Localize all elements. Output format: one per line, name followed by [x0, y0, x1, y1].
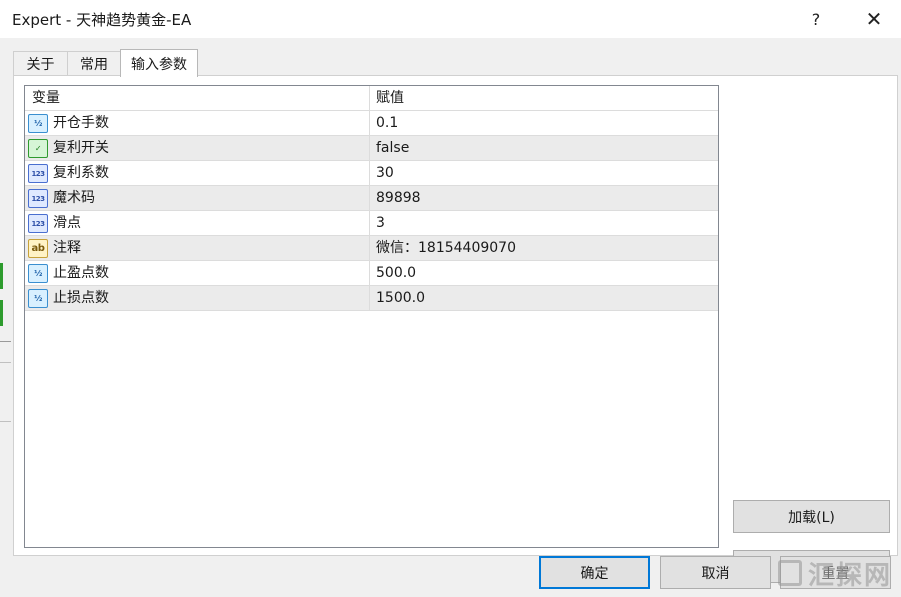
variable-value[interactable]: 500.0: [376, 261, 416, 285]
table-header: 变量 赋值: [25, 86, 718, 111]
variable-name: 止盈点数: [53, 265, 109, 281]
variable-cell: ab 注释: [25, 236, 370, 260]
double-type-icon: ½: [28, 289, 48, 308]
window-title: Expert - 天神趋势黄金-EA: [12, 11, 192, 29]
variable-name: 复利开关: [53, 140, 109, 156]
variable-name: 止损点数: [53, 290, 109, 306]
variable-value[interactable]: false: [376, 136, 409, 160]
variable-cell: ½ 开仓手数: [25, 111, 370, 135]
variable-name: 注释: [53, 240, 81, 256]
divider: [0, 362, 11, 363]
variable-name: 滑点: [53, 215, 81, 231]
variable-cell: 123 复利系数: [25, 161, 370, 185]
table-row[interactable]: ✓ 复利开关 false: [25, 136, 718, 161]
int-type-icon: 123: [28, 164, 48, 183]
load-button[interactable]: 加载(L): [733, 500, 890, 533]
table-row[interactable]: ab 注释 微信：18154409070: [25, 236, 718, 261]
variable-name: 开仓手数: [53, 115, 109, 131]
variable-name: 复利系数: [53, 165, 109, 181]
tab-about[interactable]: 关于: [13, 51, 68, 76]
variable-value[interactable]: 1500.0: [376, 286, 425, 310]
background-window-strip: [0, 38, 11, 597]
variable-cell: ½ 止盈点数: [25, 261, 370, 285]
bool-type-icon: ✓: [28, 139, 48, 158]
double-type-icon: ½: [28, 114, 48, 133]
double-type-icon: ½: [28, 264, 48, 283]
int-type-icon: 123: [28, 189, 48, 208]
variable-cell: ½ 止损点数: [25, 286, 370, 310]
table-row[interactable]: 123 魔术码 89898: [25, 186, 718, 211]
divider: [0, 341, 11, 342]
table-row[interactable]: 123 复利系数 30: [25, 161, 718, 186]
close-button[interactable]: ✕: [852, 4, 896, 34]
parameters-table[interactable]: 变量 赋值 ½ 开仓手数 0.1 ✓ 复利开关 false 123 复利系数 3…: [24, 85, 719, 548]
variable-value[interactable]: 89898: [376, 186, 421, 210]
watermark-logo-icon: [778, 560, 802, 586]
variable-value[interactable]: 30: [376, 161, 394, 185]
header-variable[interactable]: 变量: [32, 86, 60, 110]
variable-value[interactable]: 0.1: [376, 111, 398, 135]
tab-input-parameters[interactable]: 输入参数: [120, 49, 198, 77]
table-row[interactable]: ½ 止损点数 1500.0: [25, 286, 718, 311]
watermark: 汇探网: [778, 552, 896, 594]
expert-dialog: 关于 常用 输入参数 变量 赋值 ½ 开仓手数 0.1 ✓ 复利开关 false…: [11, 38, 901, 597]
divider: [0, 421, 11, 422]
variable-cell: 123 滑点: [25, 211, 370, 235]
string-type-icon: ab: [28, 239, 48, 258]
ok-button[interactable]: 确定: [539, 556, 650, 589]
table-row[interactable]: ½ 开仓手数 0.1: [25, 111, 718, 136]
tab-common[interactable]: 常用: [67, 51, 121, 76]
variable-cell: ✓ 复利开关: [25, 136, 370, 160]
variable-name: 魔术码: [53, 190, 95, 206]
header-variable-cell: 变量: [25, 86, 370, 110]
variable-cell: 123 魔术码: [25, 186, 370, 210]
table-row[interactable]: 123 滑点 3: [25, 211, 718, 236]
int-type-icon: 123: [28, 214, 48, 233]
table-row[interactable]: ½ 止盈点数 500.0: [25, 261, 718, 286]
variable-value[interactable]: 微信：18154409070: [376, 236, 516, 260]
title-bar: Expert - 天神趋势黄金-EA ? ✕: [0, 0, 901, 38]
cancel-button[interactable]: 取消: [660, 556, 771, 589]
background-indicator: [0, 300, 3, 326]
tab-panel: 变量 赋值 ½ 开仓手数 0.1 ✓ 复利开关 false 123 复利系数 3…: [13, 75, 898, 583]
watermark-text: 汇探网: [808, 560, 893, 591]
variable-value[interactable]: 3: [376, 211, 385, 235]
header-value[interactable]: 赋值: [376, 86, 404, 110]
background-indicator: [0, 263, 3, 289]
help-button[interactable]: ?: [794, 4, 838, 34]
